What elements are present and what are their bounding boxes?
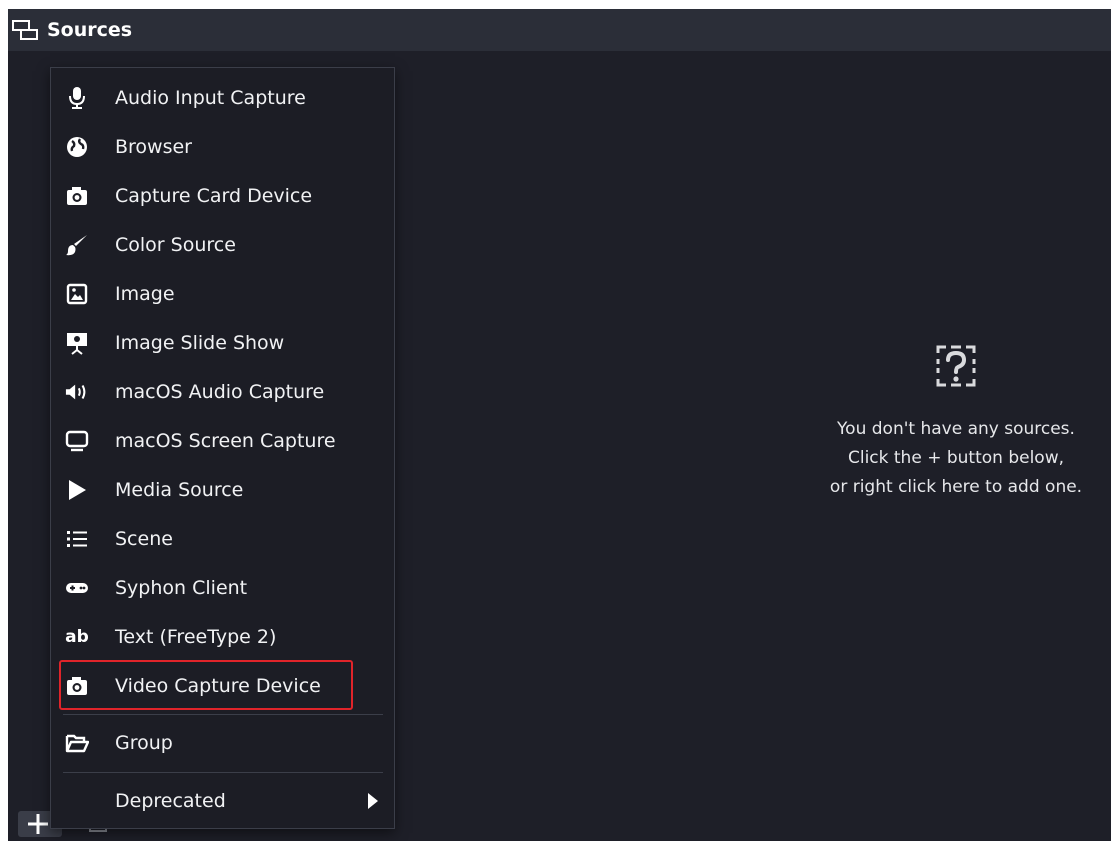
globe-icon [65, 135, 89, 159]
dock-header: Sources [8, 9, 1111, 51]
menu-item-label: Browser [115, 136, 192, 158]
menu-item-label: Scene [115, 528, 173, 550]
folder-open-icon [65, 731, 89, 755]
menu-item-group[interactable]: Group [51, 723, 394, 763]
menu-item-label: Media Source [115, 479, 244, 501]
menu-item-label: Deprecated [115, 790, 226, 812]
menu-item-macos-audio-capture[interactable]: macOS Audio Capture [51, 372, 394, 412]
menu-item-scene[interactable]: Scene [51, 519, 394, 559]
menu-item-deprecated[interactable]: Deprecated [51, 781, 394, 821]
menu-item-label: macOS Audio Capture [115, 381, 325, 403]
menu-separator [63, 772, 383, 773]
menu-separator [63, 714, 383, 715]
speaker-icon [65, 380, 89, 404]
empty-line-2: Click the + button below, [847, 448, 1065, 468]
menu-item-image[interactable]: Image [51, 274, 394, 314]
slideshow-icon [65, 331, 89, 355]
monitor-icon [65, 429, 89, 453]
paint-brush-icon [65, 233, 89, 257]
play-icon [65, 478, 89, 502]
menu-item-label: Group [115, 732, 173, 754]
menu-item-label: Text (FreeType 2) [115, 626, 277, 648]
menu-item-color-source[interactable]: Color Source [51, 225, 394, 265]
sources-dock[interactable]: Sources You don't have any sources. Clic… [8, 9, 1111, 841]
menu-item-label: Color Source [115, 234, 236, 256]
menu-item-syphon-client[interactable]: Syphon Client [51, 568, 394, 608]
text-icon: ab [65, 627, 89, 647]
menu-item-label: Capture Card Device [115, 185, 313, 207]
empty-sources-message[interactable]: You don't have any sources. Click the + … [804, 339, 1108, 502]
menu-item-label: Image Slide Show [115, 332, 285, 354]
menu-item-image-slide-show[interactable]: Image Slide Show [51, 323, 394, 363]
camera-icon [65, 184, 89, 208]
menu-item-capture-card-device[interactable]: Capture Card Device [51, 176, 394, 216]
sources-dock-icon [12, 20, 38, 40]
menu-item-label: Audio Input Capture [115, 87, 306, 109]
microphone-icon [65, 86, 89, 110]
list-icon [65, 527, 89, 551]
gamepad-icon [65, 576, 89, 600]
menu-item-text-freetype-2[interactable]: ab Text (FreeType 2) [51, 617, 394, 657]
image-icon [65, 282, 89, 306]
menu-item-label: Syphon Client [115, 577, 248, 599]
menu-item-macos-screen-capture[interactable]: macOS Screen Capture [51, 421, 394, 461]
menu-item-audio-input-capture[interactable]: Audio Input Capture [51, 78, 394, 118]
selection-highlight [59, 660, 353, 710]
submenu-arrow-icon [368, 793, 378, 809]
empty-line-1: You don't have any sources. [837, 419, 1075, 439]
menu-item-label: Image [115, 283, 175, 305]
menu-item-label: macOS Screen Capture [115, 430, 336, 452]
dock-title: Sources [47, 19, 133, 41]
menu-item-media-source[interactable]: Media Source [51, 470, 394, 510]
question-mark-icon [936, 345, 976, 387]
add-source-menu: Audio Input Capture Browser Capture Card… [50, 67, 395, 829]
menu-item-browser[interactable]: Browser [51, 127, 394, 167]
empty-line-3: or right click here to add one. [829, 477, 1083, 497]
